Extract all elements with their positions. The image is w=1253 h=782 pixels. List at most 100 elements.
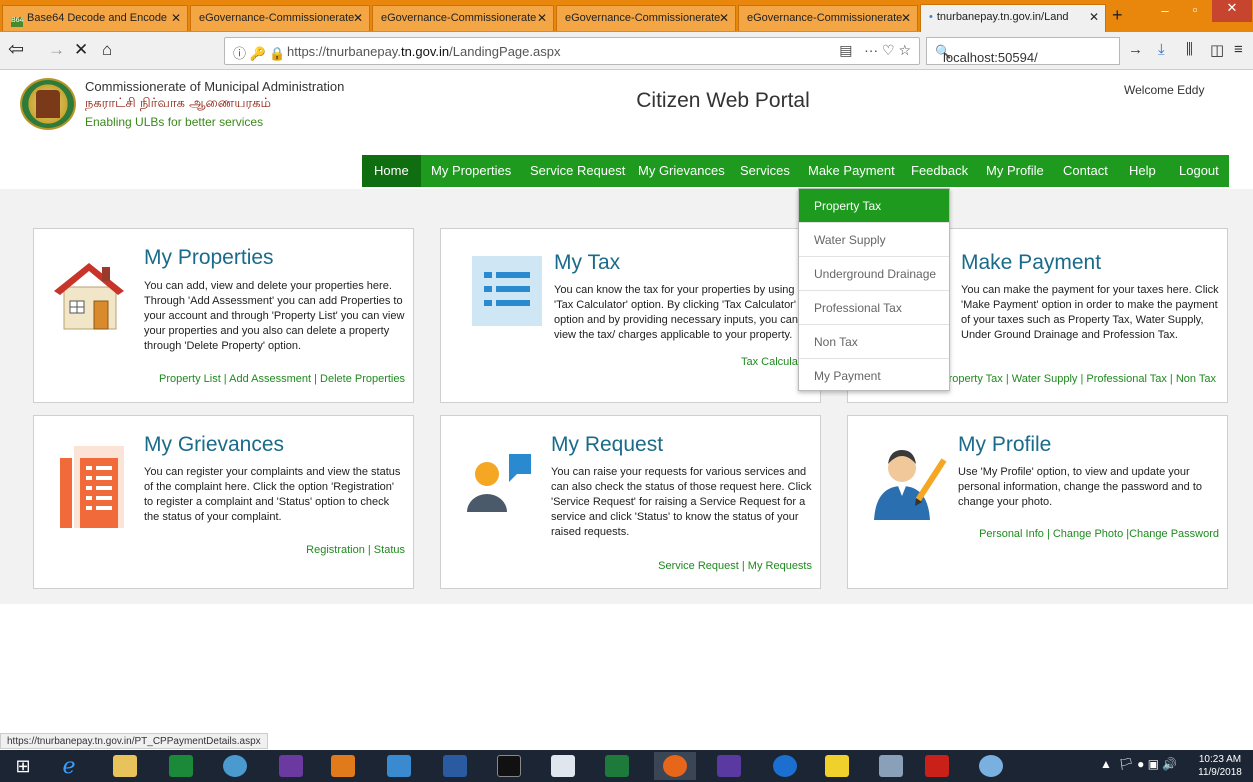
main-content: My Properties You can add, view and dele… bbox=[0, 189, 1253, 604]
dropdown-water-supply[interactable]: Water Supply bbox=[799, 223, 949, 257]
close-tab-icon[interactable]: ✕ bbox=[537, 11, 547, 25]
teamviewer-icon[interactable] bbox=[764, 752, 806, 780]
firefox-icon[interactable] bbox=[654, 752, 696, 780]
grievance-links[interactable]: Registration | Status bbox=[306, 544, 405, 556]
home-icon[interactable]: ⌂ bbox=[102, 40, 112, 60]
acrobat-icon[interactable] bbox=[916, 752, 958, 780]
main-menu: Home My Properties Service Request My Gr… bbox=[362, 155, 1229, 187]
download-icon[interactable]: ⤓ bbox=[1158, 41, 1165, 58]
card-title: Make Payment bbox=[961, 251, 1102, 274]
browser-nav-bar: ⇦ → ✕ ⌂ ⓘ 🔑 🔒 https://tnurbanepay.tn.gov… bbox=[0, 32, 1253, 70]
browser-tab-egov-3[interactable]: eGovernance-Commissionerate ✕ bbox=[556, 5, 736, 31]
notes-icon[interactable] bbox=[816, 752, 858, 780]
browser-tab-strip: B64 Base64 Decode and Encode ✕ eGovernance… bbox=[0, 0, 1253, 32]
tn-emblem-logo bbox=[20, 78, 76, 130]
command-prompt-icon[interactable] bbox=[488, 752, 530, 780]
card-my-profile: My Profile Use 'My Profile' option, to v… bbox=[847, 415, 1228, 589]
sidebar-icon[interactable]: ◫ bbox=[1210, 41, 1224, 59]
menu-my-properties[interactable]: My Properties bbox=[431, 155, 511, 187]
page-header: Commissionerate of Municipal Administrat… bbox=[0, 71, 1253, 189]
tab-label: eGovernance-Commissionerate bbox=[381, 12, 537, 24]
menu-hamburger-icon[interactable]: ≡ bbox=[1234, 41, 1243, 58]
close-tab-icon[interactable]: ✕ bbox=[171, 11, 181, 25]
dropdown-professional-tax[interactable]: Professional Tax bbox=[799, 291, 949, 325]
dropdown-property-tax[interactable]: Property Tax bbox=[799, 189, 949, 223]
payment-links[interactable]: Property Tax | Water Supply | Profession… bbox=[941, 373, 1216, 385]
tab-label: Base64 Decode and Encode bbox=[27, 12, 168, 24]
menu-help[interactable]: Help bbox=[1129, 155, 1156, 187]
search-value: 🔍 localhost:50594/ bbox=[935, 44, 1038, 65]
card-description: You can know the tax for your properties… bbox=[554, 284, 798, 341]
document-icon bbox=[60, 446, 124, 528]
card-title: My Tax bbox=[554, 251, 621, 274]
windows-taskbar: ⊞ ℯ ▲ 🏳 ● ▣ 🔊 10:23 AM 11/9/2018 bbox=[0, 750, 1253, 782]
menu-home[interactable]: Home bbox=[362, 155, 421, 187]
file-manager-icon[interactable] bbox=[542, 752, 584, 780]
page-actions-icon[interactable]: ▤ ··· ♡ ☆ bbox=[839, 42, 911, 59]
menu-my-grievances[interactable]: My Grievances bbox=[638, 155, 725, 187]
make-payment-dropdown: Property Tax Water Supply Underground Dr… bbox=[798, 188, 950, 391]
taskbar-clock[interactable]: 10:23 AM 11/9/2018 bbox=[1192, 753, 1248, 779]
menu-services[interactable]: Services bbox=[740, 155, 790, 187]
profile-links[interactable]: Personal Info | Change Photo |Change Pas… bbox=[979, 528, 1219, 540]
house-icon bbox=[54, 263, 124, 330]
app-icon-purple[interactable] bbox=[708, 752, 750, 780]
address-bar[interactable]: ⓘ 🔑 🔒 https://tnurbanepay.tn.gov.in/Land… bbox=[224, 37, 920, 65]
portal-title: Citizen Web Portal bbox=[636, 89, 810, 112]
new-tab-plus-icon[interactable]: + bbox=[1112, 5, 1123, 26]
app-icon-blue[interactable] bbox=[378, 752, 420, 780]
list-icon bbox=[472, 256, 542, 326]
dropdown-underground-drainage[interactable]: Underground Drainage bbox=[799, 257, 949, 291]
paint-icon[interactable] bbox=[970, 752, 1012, 780]
browser-tab-base64[interactable]: B64 Base64 Decode and Encode ✕ bbox=[2, 5, 188, 31]
close-tab-icon[interactable]: ✕ bbox=[901, 11, 911, 25]
file-explorer-icon[interactable] bbox=[104, 752, 146, 780]
outlook-icon[interactable] bbox=[322, 752, 364, 780]
card-title: My Profile bbox=[958, 433, 1052, 456]
site-info-lock-icon[interactable]: ⓘ 🔑 🔒 bbox=[233, 43, 286, 62]
library-icon[interactable]: ⫼ bbox=[1186, 41, 1193, 58]
menu-logout[interactable]: Logout bbox=[1179, 155, 1219, 187]
clock-date: 11/9/2018 bbox=[1198, 767, 1242, 778]
search-input[interactable]: 🔍 localhost:50594/ bbox=[926, 37, 1120, 65]
back-arrow-icon[interactable]: ⇦ bbox=[8, 38, 24, 61]
app-icon[interactable] bbox=[214, 752, 256, 780]
card-my-tax: My Tax You can know the tax for your pro… bbox=[440, 228, 821, 403]
go-arrow-icon[interactable]: → bbox=[1128, 41, 1143, 58]
minimize-window-icon[interactable]: – bbox=[1150, 3, 1180, 25]
close-window-icon[interactable]: ✕ bbox=[1212, 0, 1252, 22]
browser-tab-egov-4[interactable]: eGovernance-Commissionerate ✕ bbox=[738, 5, 918, 31]
excel-icon[interactable] bbox=[596, 752, 638, 780]
forward-arrow-icon[interactable]: → bbox=[48, 40, 65, 60]
tab-label: tnurbanepay.tn.gov.in/Land bbox=[936, 11, 1069, 23]
card-description: You can add, view and delete your proper… bbox=[144, 280, 405, 352]
browser-tab-active[interactable]: • tnurbanepay.tn.gov.in/Land ✕ bbox=[920, 4, 1106, 32]
system-tray-icons[interactable]: ▲ 🏳 ● ▣ 🔊 bbox=[1100, 757, 1177, 771]
menu-feedback[interactable]: Feedback bbox=[911, 155, 968, 187]
url-text[interactable]: https://tnurbanepay.tn.gov.in/LandingPag… bbox=[287, 44, 560, 59]
menu-my-profile[interactable]: My Profile bbox=[986, 155, 1044, 187]
card-description: You can register your complaints and vie… bbox=[144, 466, 401, 523]
card-description: Use 'My Profile' option, to view and upd… bbox=[958, 466, 1202, 508]
org-name-tamil: நகராட்சி நிர்வாக ஆணையரகம் bbox=[85, 96, 271, 111]
dropdown-non-tax[interactable]: Non Tax bbox=[799, 325, 949, 359]
dropdown-my-payment[interactable]: My Payment bbox=[799, 359, 949, 393]
browser-tab-egov-2[interactable]: eGovernance-Commissionerate ✕ bbox=[372, 5, 554, 31]
request-links[interactable]: Service Request | My Requests bbox=[658, 560, 812, 572]
windows-start-icon[interactable]: ⊞ bbox=[2, 752, 44, 780]
stop-reload-icon[interactable]: ✕ bbox=[74, 40, 88, 60]
maximize-window-icon[interactable]: ▫ bbox=[1180, 2, 1210, 24]
close-tab-icon[interactable]: ✕ bbox=[719, 11, 729, 25]
internet-explorer-icon[interactable]: ℯ bbox=[48, 752, 90, 780]
menu-contact[interactable]: Contact bbox=[1063, 155, 1108, 187]
word-icon[interactable] bbox=[434, 752, 476, 780]
menu-make-payment[interactable]: Make Payment bbox=[808, 155, 895, 187]
store-icon[interactable] bbox=[160, 752, 202, 780]
snipping-tool-icon[interactable] bbox=[870, 752, 912, 780]
close-tab-icon[interactable]: ✕ bbox=[353, 11, 363, 25]
properties-links[interactable]: Property List | Add Assessment | Delete … bbox=[159, 373, 405, 385]
menu-service-request[interactable]: Service Request bbox=[530, 155, 625, 187]
close-tab-icon[interactable]: ✕ bbox=[1089, 10, 1099, 24]
browser-tab-egov-1[interactable]: eGovernance-Commissionerate ✕ bbox=[190, 5, 370, 31]
visual-studio-icon[interactable] bbox=[270, 752, 312, 780]
